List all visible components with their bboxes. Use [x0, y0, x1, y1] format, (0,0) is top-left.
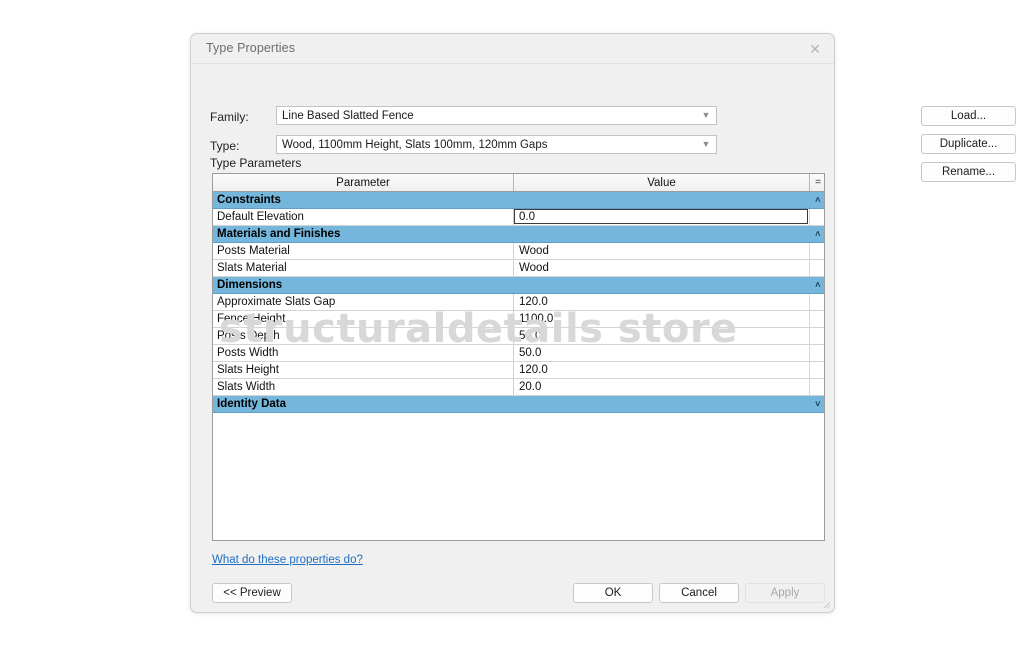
parameter-group-name: Constraints — [213, 192, 810, 209]
parameter-group-name: Materials and Finishes — [213, 226, 810, 243]
type-label: Type: — [210, 139, 239, 153]
column-header-parameter: Parameter — [213, 174, 514, 192]
group-collapse-icon[interactable]: ˅ — [810, 396, 826, 413]
rename-button[interactable]: Rename... — [921, 162, 1016, 182]
parameter-value-cell[interactable]: 120.0 — [514, 362, 810, 379]
table-row[interactable]: Approximate Slats Gap120.0 — [213, 294, 825, 311]
table-row[interactable]: Posts Depth50.0 — [213, 328, 825, 345]
parameter-value-cell[interactable]: Wood — [514, 260, 810, 277]
parameter-name: Slats Height — [213, 362, 514, 379]
table-row[interactable]: Slats MaterialWood — [213, 260, 825, 277]
type-combobox[interactable]: Wood, 1100mm Height, Slats 100mm, 120mm … — [276, 135, 717, 154]
parameter-name: Posts Depth — [213, 328, 514, 345]
parameter-value-cell[interactable]: 1100.0 — [514, 311, 810, 328]
row-action-cell[interactable] — [810, 311, 826, 328]
row-action-cell[interactable] — [810, 345, 826, 362]
ok-button[interactable]: OK — [573, 583, 653, 603]
preview-button[interactable]: << Preview — [212, 583, 292, 603]
parameter-name: Slats Width — [213, 379, 514, 396]
parameter-value-input[interactable]: 0.0 — [514, 209, 808, 224]
type-parameters-label: Type Parameters — [210, 156, 301, 170]
parameter-group-name: Identity Data — [213, 396, 810, 413]
parameter-name: Approximate Slats Gap — [213, 294, 514, 311]
close-icon[interactable]: ✕ — [802, 38, 828, 60]
parameter-group-header[interactable]: Identity Data˅ — [213, 396, 825, 413]
parameter-value-cell[interactable]: 120.0 — [514, 294, 810, 311]
parameter-name: Slats Material — [213, 260, 514, 277]
type-properties-dialog: Type Properties ✕ Family: Line Based Sla… — [190, 33, 835, 613]
row-action-cell[interactable] — [810, 362, 826, 379]
parameter-value-cell[interactable]: 50.0 — [514, 345, 810, 362]
table-row[interactable]: Default Elevation0.0 — [213, 209, 825, 226]
help-link[interactable]: What do these properties do? — [212, 554, 363, 566]
family-combobox[interactable]: Line Based Slatted Fence ▼ — [276, 106, 717, 125]
row-action-cell[interactable] — [810, 294, 826, 311]
dialog-titlebar: Type Properties ✕ — [191, 34, 834, 64]
row-action-cell[interactable] — [810, 209, 826, 226]
parameter-group-header[interactable]: Dimensions˄ — [213, 277, 825, 294]
parameter-group-header[interactable]: Constraints˄ — [213, 192, 825, 209]
parameter-name: Posts Width — [213, 345, 514, 362]
apply-button: Apply — [745, 583, 825, 603]
parameter-value-cell[interactable]: Wood — [514, 243, 810, 260]
grid-empty-area — [213, 414, 824, 540]
group-collapse-icon[interactable]: ˄ — [810, 226, 826, 243]
parameter-group-header[interactable]: Materials and Finishes˄ — [213, 226, 825, 243]
table-row[interactable]: Fence Height1100.0 — [213, 311, 825, 328]
parameter-name: Default Elevation — [213, 209, 514, 226]
chevron-down-icon: ▼ — [696, 140, 716, 149]
column-options-icon[interactable]: = — [810, 174, 826, 192]
parameter-value-cell[interactable]: 20.0 — [514, 379, 810, 396]
row-action-cell[interactable] — [810, 260, 826, 277]
table-row[interactable]: Slats Width20.0 — [213, 379, 825, 396]
load-button[interactable]: Load... — [921, 106, 1016, 126]
row-action-cell[interactable] — [810, 243, 826, 260]
resize-grip-icon[interactable] — [821, 599, 831, 609]
family-value: Line Based Slatted Fence — [277, 110, 696, 122]
table-row[interactable]: Slats Height120.0 — [213, 362, 825, 379]
parameter-value-cell[interactable]: 50.0 — [514, 328, 810, 345]
duplicate-button[interactable]: Duplicate... — [921, 134, 1016, 154]
group-collapse-icon[interactable]: ˄ — [810, 192, 826, 209]
parameters-table: Parameter Value = Constraints˄Default El… — [213, 174, 825, 413]
parameter-value-cell[interactable]: 0.0 — [514, 209, 810, 226]
row-action-cell[interactable] — [810, 379, 826, 396]
type-value: Wood, 1100mm Height, Slats 100mm, 120mm … — [277, 139, 696, 151]
parameter-group-name: Dimensions — [213, 277, 810, 294]
row-action-cell[interactable] — [810, 328, 826, 345]
table-row[interactable]: Posts Width50.0 — [213, 345, 825, 362]
type-parameters-grid: Parameter Value = Constraints˄Default El… — [212, 173, 825, 541]
table-header-row: Parameter Value = — [213, 174, 825, 192]
parameter-name: Fence Height — [213, 311, 514, 328]
parameter-name: Posts Material — [213, 243, 514, 260]
dialog-title: Type Properties — [206, 41, 295, 55]
column-header-value: Value — [514, 174, 810, 192]
family-label: Family: — [210, 110, 249, 124]
cancel-button[interactable]: Cancel — [659, 583, 739, 603]
table-row[interactable]: Posts MaterialWood — [213, 243, 825, 260]
chevron-down-icon: ▼ — [696, 111, 716, 120]
group-collapse-icon[interactable]: ˄ — [810, 277, 826, 294]
